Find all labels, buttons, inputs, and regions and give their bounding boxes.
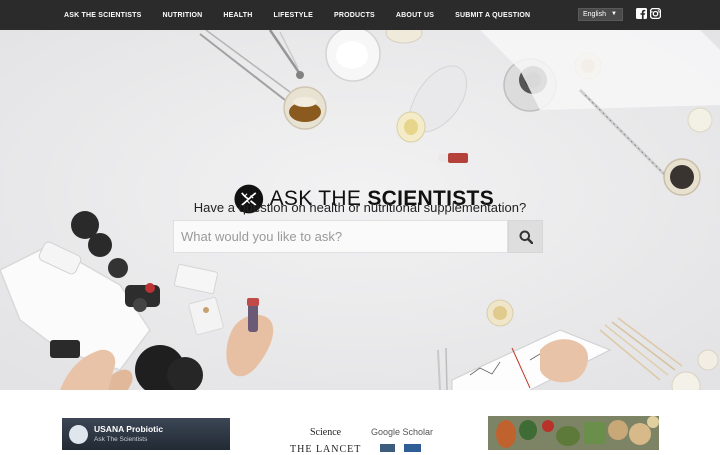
- hero-tagline: Have a question on health or nutritional…: [193, 200, 527, 215]
- instagram-icon[interactable]: [650, 8, 661, 19]
- beaker-amber: [283, 86, 327, 130]
- search-bar: [173, 220, 543, 253]
- video-thumbnail[interactable]: USANA Probiotic Ask The Scientists: [62, 418, 230, 450]
- search-icon: [519, 230, 533, 244]
- nih-logo: [380, 444, 395, 452]
- science-logo: Science: [310, 427, 342, 438]
- search-input[interactable]: [173, 220, 508, 253]
- nav-health[interactable]: HEALTH: [223, 12, 252, 19]
- nav-products[interactable]: PRODUCTS: [334, 12, 375, 19]
- food-photo[interactable]: [488, 416, 659, 450]
- search-button[interactable]: [508, 220, 543, 253]
- nav-nutrition[interactable]: NUTRITION: [163, 12, 203, 19]
- vegetables-image: [488, 416, 659, 450]
- facebook-icon[interactable]: [636, 8, 647, 19]
- nav-ask-the-scientists[interactable]: ASK THE SCIENTISTS: [64, 12, 142, 19]
- nav-submit-a-question[interactable]: SUBMIT A QUESTION: [455, 12, 530, 19]
- top-nav: ASK THE SCIENTISTS NUTRITION HEALTH LIFE…: [0, 0, 720, 30]
- nav-lifestyle[interactable]: LIFESTYLE: [274, 12, 314, 19]
- video-channel: Ask The Scientists: [94, 436, 148, 443]
- hero-banner: ASK THE SCIENTISTS Have a question on he…: [0, 30, 720, 390]
- nav-about-us[interactable]: ABOUT US: [396, 12, 434, 19]
- language-select[interactable]: English ▼: [578, 8, 623, 21]
- vial-red: [438, 153, 468, 163]
- chevron-down-icon: ▼: [611, 11, 617, 17]
- google-scholar-logo: Google Scholar: [371, 427, 434, 437]
- nav-links: ASK THE SCIENTISTS NUTRITION HEALTH LIFE…: [64, 0, 530, 30]
- video-title: USANA Probiotic: [94, 424, 164, 434]
- language-value: English: [583, 11, 606, 18]
- cdc-logo: [404, 444, 421, 452]
- channel-avatar: [69, 425, 88, 444]
